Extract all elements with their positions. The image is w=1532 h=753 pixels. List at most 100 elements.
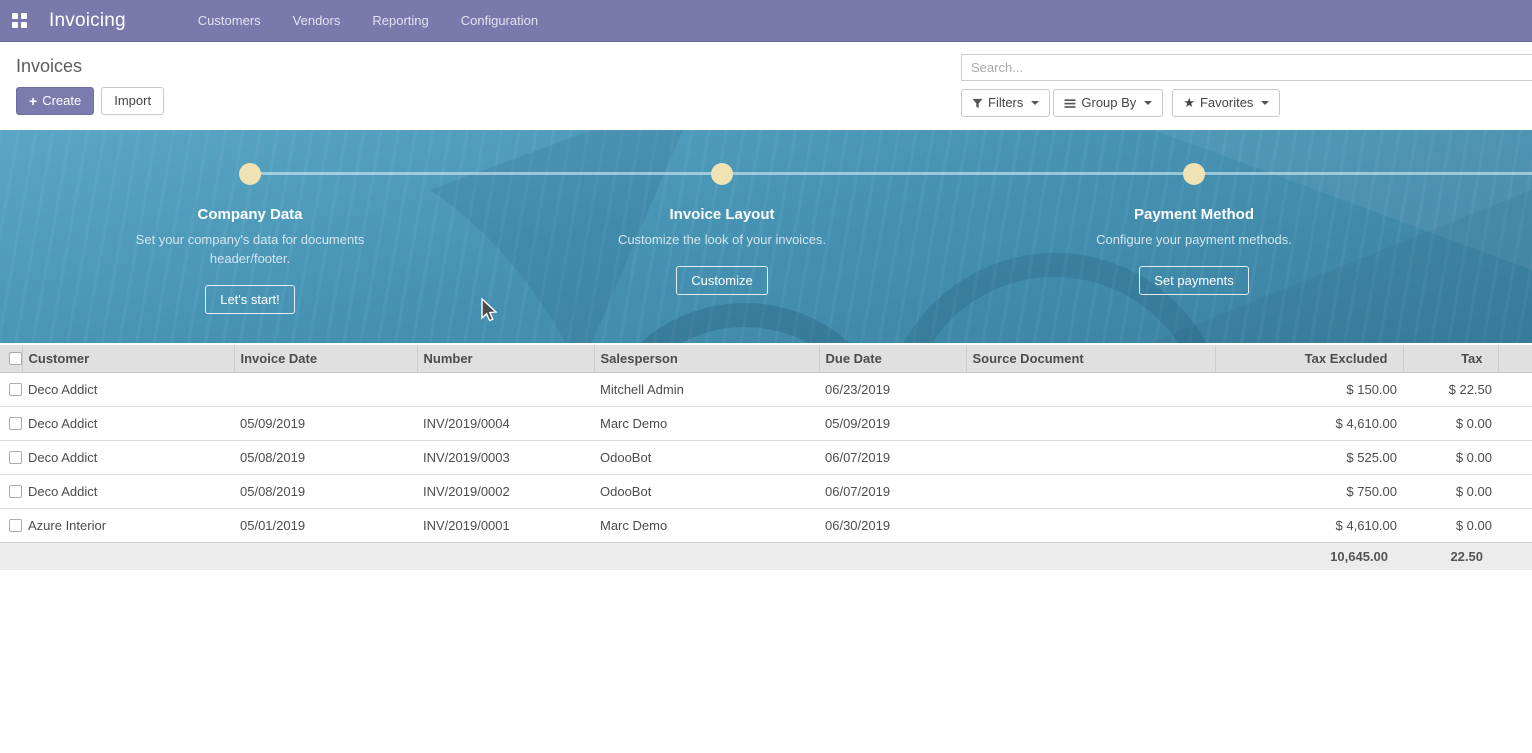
column-header-tax-excluded[interactable]: Tax Excluded <box>1215 345 1403 373</box>
cell-tax[interactable]: $ 22.50 <box>1403 373 1498 407</box>
total-tax-excluded: 10,645.00 <box>1215 543 1403 571</box>
cell-tax[interactable]: $ 0.00 <box>1403 407 1498 441</box>
cell-due-date[interactable]: 06/07/2019 <box>819 475 966 509</box>
cell-number[interactable]: INV/2019/0004 <box>417 407 594 441</box>
column-header-tax[interactable]: Tax <box>1403 345 1498 373</box>
step-description: Set your company's data for documents he… <box>135 230 365 268</box>
step-dot-icon <box>239 163 261 185</box>
cell-source-document[interactable] <box>966 475 1215 509</box>
total-tax: 22.50 <box>1403 543 1498 571</box>
cell-number[interactable]: INV/2019/0002 <box>417 475 594 509</box>
favorites-dropdown-button[interactable]: ★ Favorites <box>1172 89 1280 117</box>
cell-salesperson[interactable]: OdooBot <box>594 475 819 509</box>
cell-tax[interactable]: $ 0.00 <box>1403 509 1498 543</box>
onboarding-step-invoice-layout: Invoice Layout Customize the look of you… <box>562 130 882 295</box>
cell-customer[interactable]: Deco Addict <box>22 407 234 441</box>
import-button[interactable]: Import <box>101 87 164 115</box>
main-menu: Customers Vendors Reporting Configuratio… <box>182 0 554 42</box>
cell-number[interactable]: INV/2019/0001 <box>417 509 594 543</box>
row-checkbox[interactable] <box>9 519 22 532</box>
cell-salesperson[interactable]: Mitchell Admin <box>594 373 819 407</box>
step-title: Invoice Layout <box>669 206 774 223</box>
cell-source-document[interactable] <box>966 373 1215 407</box>
select-all-checkbox[interactable] <box>9 352 22 365</box>
app-brand-title[interactable]: Invoicing <box>49 10 126 32</box>
create-button[interactable]: + Create <box>16 87 94 115</box>
favorites-label: Favorites <box>1200 95 1253 111</box>
cell-salesperson[interactable]: OdooBot <box>594 441 819 475</box>
cell-invoice-date[interactable]: 05/01/2019 <box>234 509 417 543</box>
search-zone: Filters Group By ★ Favorites <box>961 54 1532 117</box>
onboarding-banner: Company Data Set your company's data for… <box>0 130 1532 343</box>
cell-due-date[interactable]: 06/07/2019 <box>819 441 966 475</box>
table-row[interactable]: Deco Addict 05/08/2019 INV/2019/0003 Odo… <box>0 441 1532 475</box>
onboarding-step-company-data: Company Data Set your company's data for… <box>90 130 410 314</box>
step-dot-icon <box>1183 163 1205 185</box>
filters-label: Filters <box>988 95 1023 111</box>
group-by-label: Group By <box>1081 95 1136 111</box>
column-header-spacer <box>1498 345 1532 373</box>
filter-funnel-icon <box>972 98 983 109</box>
chevron-down-icon <box>1031 101 1039 105</box>
column-header-customer[interactable]: Customer <box>22 345 234 373</box>
column-header-salesperson[interactable]: Salesperson <box>594 345 819 373</box>
table-row[interactable]: Deco Addict 05/08/2019 INV/2019/0002 Odo… <box>0 475 1532 509</box>
row-checkbox[interactable] <box>9 451 22 464</box>
column-header-number[interactable]: Number <box>417 345 594 373</box>
filters-dropdown-button[interactable]: Filters <box>961 89 1050 117</box>
column-header-invoice-date[interactable]: Invoice Date <box>234 345 417 373</box>
cell-source-document[interactable] <box>966 407 1215 441</box>
cell-customer[interactable]: Deco Addict <box>22 441 234 475</box>
step-description: Configure your payment methods. <box>1064 230 1324 249</box>
top-navbar: Invoicing Customers Vendors Reporting Co… <box>0 0 1532 42</box>
invoice-list-table: Customer Invoice Date Number Salesperson… <box>0 345 1532 570</box>
cell-tax-excluded[interactable]: $ 4,610.00 <box>1215 509 1403 543</box>
menu-configuration[interactable]: Configuration <box>445 0 554 42</box>
lets-start-button[interactable]: Let's start! <box>205 285 295 314</box>
group-by-dropdown-button[interactable]: Group By <box>1053 89 1163 117</box>
cell-tax-excluded[interactable]: $ 525.00 <box>1215 441 1403 475</box>
cell-source-document[interactable] <box>966 509 1215 543</box>
step-title: Company Data <box>197 206 302 223</box>
set-payments-button[interactable]: Set payments <box>1139 266 1249 295</box>
row-checkbox[interactable] <box>9 417 22 430</box>
cell-tax-excluded[interactable]: $ 750.00 <box>1215 475 1403 509</box>
table-row[interactable]: Deco Addict 05/09/2019 INV/2019/0004 Mar… <box>0 407 1532 441</box>
cell-source-document[interactable] <box>966 441 1215 475</box>
cell-tax-excluded[interactable]: $ 150.00 <box>1215 373 1403 407</box>
cell-due-date[interactable]: 06/30/2019 <box>819 509 966 543</box>
chevron-down-icon <box>1144 101 1152 105</box>
cell-due-date[interactable]: 05/09/2019 <box>819 407 966 441</box>
menu-vendors[interactable]: Vendors <box>277 0 357 42</box>
cell-invoice-date[interactable]: 05/08/2019 <box>234 475 417 509</box>
apps-menu-icon[interactable] <box>12 13 27 28</box>
search-input[interactable] <box>961 54 1532 81</box>
cell-invoice-date[interactable]: 05/09/2019 <box>234 407 417 441</box>
row-checkbox[interactable] <box>9 383 22 396</box>
cell-customer[interactable]: Azure Interior <box>22 509 234 543</box>
cell-customer[interactable]: Deco Addict <box>22 475 234 509</box>
column-header-due-date[interactable]: Due Date <box>819 345 966 373</box>
plus-icon: + <box>29 95 37 107</box>
cell-salesperson[interactable]: Marc Demo <box>594 509 819 543</box>
cell-salesperson[interactable]: Marc Demo <box>594 407 819 441</box>
cell-due-date[interactable]: 06/23/2019 <box>819 373 966 407</box>
cell-number[interactable]: INV/2019/0003 <box>417 441 594 475</box>
menu-customers[interactable]: Customers <box>182 0 277 42</box>
cell-tax[interactable]: $ 0.00 <box>1403 441 1498 475</box>
table-row[interactable]: Azure Interior 05/01/2019 INV/2019/0001 … <box>0 509 1532 543</box>
cell-customer[interactable]: Deco Addict <box>22 373 234 407</box>
cell-invoice-date[interactable]: 05/08/2019 <box>234 441 417 475</box>
cell-number[interactable] <box>417 373 594 407</box>
row-checkbox[interactable] <box>9 485 22 498</box>
customize-button[interactable]: Customize <box>676 266 767 295</box>
menu-reporting[interactable]: Reporting <box>356 0 444 42</box>
column-header-source-document[interactable]: Source Document <box>966 345 1215 373</box>
table-row[interactable]: Deco Addict Mitchell Admin 06/23/2019 $ … <box>0 373 1532 407</box>
cell-tax-excluded[interactable]: $ 4,610.00 <box>1215 407 1403 441</box>
cell-tax[interactable]: $ 0.00 <box>1403 475 1498 509</box>
cell-invoice-date[interactable] <box>234 373 417 407</box>
chevron-down-icon <box>1261 101 1269 105</box>
control-panel: Invoices + Create Import Filters <box>0 42 1532 130</box>
create-button-label: Create <box>42 93 81 109</box>
